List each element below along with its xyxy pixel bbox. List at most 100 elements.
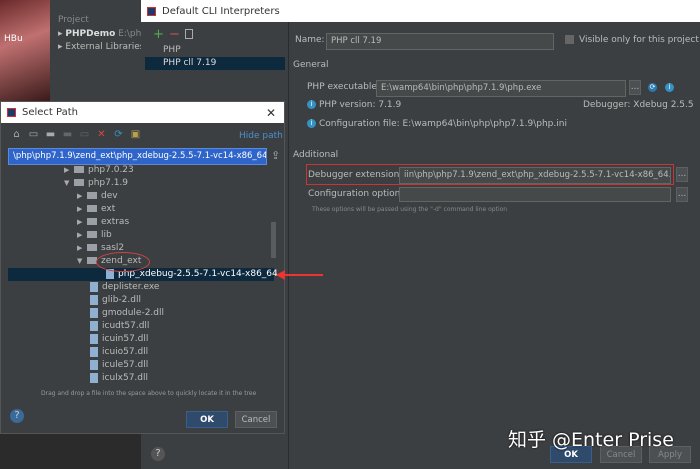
- interpreter-item-php[interactable]: PHP: [163, 44, 181, 57]
- tree-item[interactable]: iculx57.dll: [8, 372, 274, 385]
- tree-item-label: lib: [101, 230, 112, 240]
- delete-icon[interactable]: ✕: [96, 130, 107, 140]
- tree-item-label: icule57.dll: [102, 360, 149, 370]
- refresh-icon[interactable]: ⟳: [113, 130, 124, 140]
- tree-item[interactable]: icuin57.dll: [8, 333, 274, 346]
- tree-item-label: iculx57.dll: [102, 373, 149, 383]
- watermark: 知乎 @Enter Prise: [508, 429, 674, 451]
- upload-icon[interactable]: ⇪: [271, 149, 280, 162]
- remove-icon[interactable]: −: [169, 27, 180, 42]
- project-folder-icon[interactable]: ▬: [45, 130, 56, 140]
- browse-executable-button[interactable]: …: [629, 80, 641, 95]
- tree-item-label: glib-2.dll: [102, 295, 141, 305]
- refresh-icon[interactable]: ⟳: [648, 83, 657, 92]
- tree-item[interactable]: php_xdebug-2.5.5-7.1-vc14-x86_64.dll: [8, 268, 279, 281]
- file-icon: [90, 307, 98, 318]
- info-icon: i: [307, 119, 316, 128]
- php-version-text: i PHP version: 7.1.9: [307, 100, 401, 110]
- path-input[interactable]: \php\php7.1.9\zend_ext\php_xdebug-2.5.5-…: [8, 148, 267, 165]
- project-panel-label: Project: [58, 15, 89, 25]
- debugger-extension-label: Debugger extension:: [308, 170, 403, 180]
- drag-hint: Drag and drop a file into the space abov…: [41, 390, 257, 397]
- project-panel: Project ▸ PHPDemo E:\phpWeb ▸ External L…: [50, 0, 167, 101]
- expand-arrow-icon[interactable]: ▼: [64, 177, 74, 190]
- select-path-cancel-button[interactable]: Cancel: [235, 411, 277, 428]
- tree-item[interactable]: ▶ ext: [8, 203, 274, 216]
- red-arrowhead: [276, 270, 285, 280]
- tree-item-label: gmodule-2.dll: [102, 308, 164, 318]
- name-input[interactable]: PHP cll 7.19: [326, 33, 554, 50]
- tree-item[interactable]: icudt57.dll: [8, 320, 274, 333]
- name-label: Name:: [295, 35, 325, 45]
- browse-options-button[interactable]: …: [676, 187, 688, 202]
- tree-item[interactable]: ▶ php7.0.23: [8, 164, 274, 177]
- expand-arrow-icon[interactable]: ▼: [77, 255, 87, 268]
- folder-icon: [87, 205, 97, 212]
- interpreter-item-php-cll[interactable]: PHP cll 7.19: [145, 57, 285, 70]
- tree-item[interactable]: icuio57.dll: [8, 346, 274, 359]
- folder-icon: [87, 192, 97, 199]
- help-button[interactable]: ?: [151, 447, 165, 461]
- tree-item-label: php7.1.9: [88, 178, 129, 188]
- background-photo: HBu: [0, 0, 50, 101]
- app-icon: [7, 108, 16, 117]
- tree-item[interactable]: deplister.exe: [8, 281, 274, 294]
- desktop-icon[interactable]: ▭: [28, 130, 39, 140]
- config-options-input[interactable]: [399, 187, 671, 202]
- tree-item-label: icuin57.dll: [102, 334, 149, 344]
- tree-item[interactable]: gmodule-2.dll: [8, 307, 274, 320]
- info-icon: i: [307, 100, 316, 109]
- file-icon: [90, 320, 98, 331]
- expand-arrow-icon[interactable]: ▶: [64, 164, 74, 177]
- info-icon[interactable]: i: [665, 83, 674, 92]
- module-icon[interactable]: ▬: [62, 130, 73, 140]
- home-icon[interactable]: ⌂: [11, 130, 22, 140]
- debugger-extension-input[interactable]: iin\php\php7.1.9\zend_ext\php_xdebug-2.5…: [399, 167, 671, 184]
- debugger-text: Debugger: Xdebug 2.5.5: [583, 100, 694, 110]
- copy-icon[interactable]: [185, 29, 193, 39]
- folder-icon: [74, 166, 84, 173]
- config-options-label: Configuration options:: [308, 189, 409, 199]
- tree-item[interactable]: icule57.dll: [8, 359, 274, 372]
- help-button[interactable]: ?: [10, 409, 24, 423]
- config-file-text: i Configuration file: E:\wamp64\bin\php\p…: [307, 119, 567, 129]
- new-folder-icon[interactable]: ▭: [79, 130, 90, 140]
- tree-item-label: php7.0.23: [88, 165, 134, 175]
- browse-extension-button[interactable]: …: [676, 167, 688, 182]
- folder-icon: [87, 244, 97, 251]
- expand-arrow-icon[interactable]: ▶: [77, 229, 87, 242]
- app-icon: [147, 6, 156, 16]
- tree-item[interactable]: ▶ extras: [8, 216, 274, 229]
- select-path-titlebar: Select Path ✕: [1, 102, 284, 123]
- tree-item[interactable]: ▶ lib: [8, 229, 274, 242]
- tree-item[interactable]: glib-2.dll: [8, 294, 274, 307]
- tree-item[interactable]: ▼ php7.1.9: [8, 177, 274, 190]
- tree-item[interactable]: ▶ sasl2: [8, 242, 274, 255]
- background-strip: [0, 434, 141, 469]
- hide-path-link[interactable]: Hide path: [239, 131, 283, 141]
- expand-arrow-icon[interactable]: ▶: [77, 242, 87, 255]
- tree-item-external-libraries[interactable]: ▸ External Libraries: [58, 41, 144, 54]
- additional-section-label: Additional: [293, 150, 339, 160]
- file-icon: [90, 281, 98, 292]
- add-icon[interactable]: +: [153, 27, 164, 42]
- folder-icon: [74, 179, 84, 186]
- file-icon: [90, 372, 98, 383]
- show-hidden-icon[interactable]: ▣: [130, 130, 141, 140]
- folder-icon: [87, 218, 97, 225]
- select-path-ok-button[interactable]: OK: [186, 411, 228, 428]
- expand-arrow-icon[interactable]: ▶: [77, 203, 87, 216]
- tree-item[interactable]: ▶ dev: [8, 190, 274, 203]
- file-tree[interactable]: ▶ php7.0.23 ▼ php7.1.9 ▶ dev ▶ ext ▶ extras ▶ lib ▶ s…: [8, 164, 279, 394]
- close-icon[interactable]: ✕: [266, 106, 276, 120]
- select-path-title: Select Path: [22, 107, 78, 118]
- php-executable-input[interactable]: E:\wamp64\bin\php\php7.1.9\php.exe: [376, 80, 626, 97]
- file-icon: [90, 294, 98, 305]
- tree-scrollbar[interactable]: [271, 222, 276, 258]
- tree-item-label: ext: [101, 204, 116, 214]
- zend-ext-circle: [96, 252, 150, 272]
- expand-arrow-icon[interactable]: ▶: [77, 216, 87, 229]
- visible-only-checkbox[interactable]: [565, 35, 574, 44]
- tree-item-label: deplister.exe: [102, 282, 160, 292]
- expand-arrow-icon[interactable]: ▶: [77, 190, 87, 203]
